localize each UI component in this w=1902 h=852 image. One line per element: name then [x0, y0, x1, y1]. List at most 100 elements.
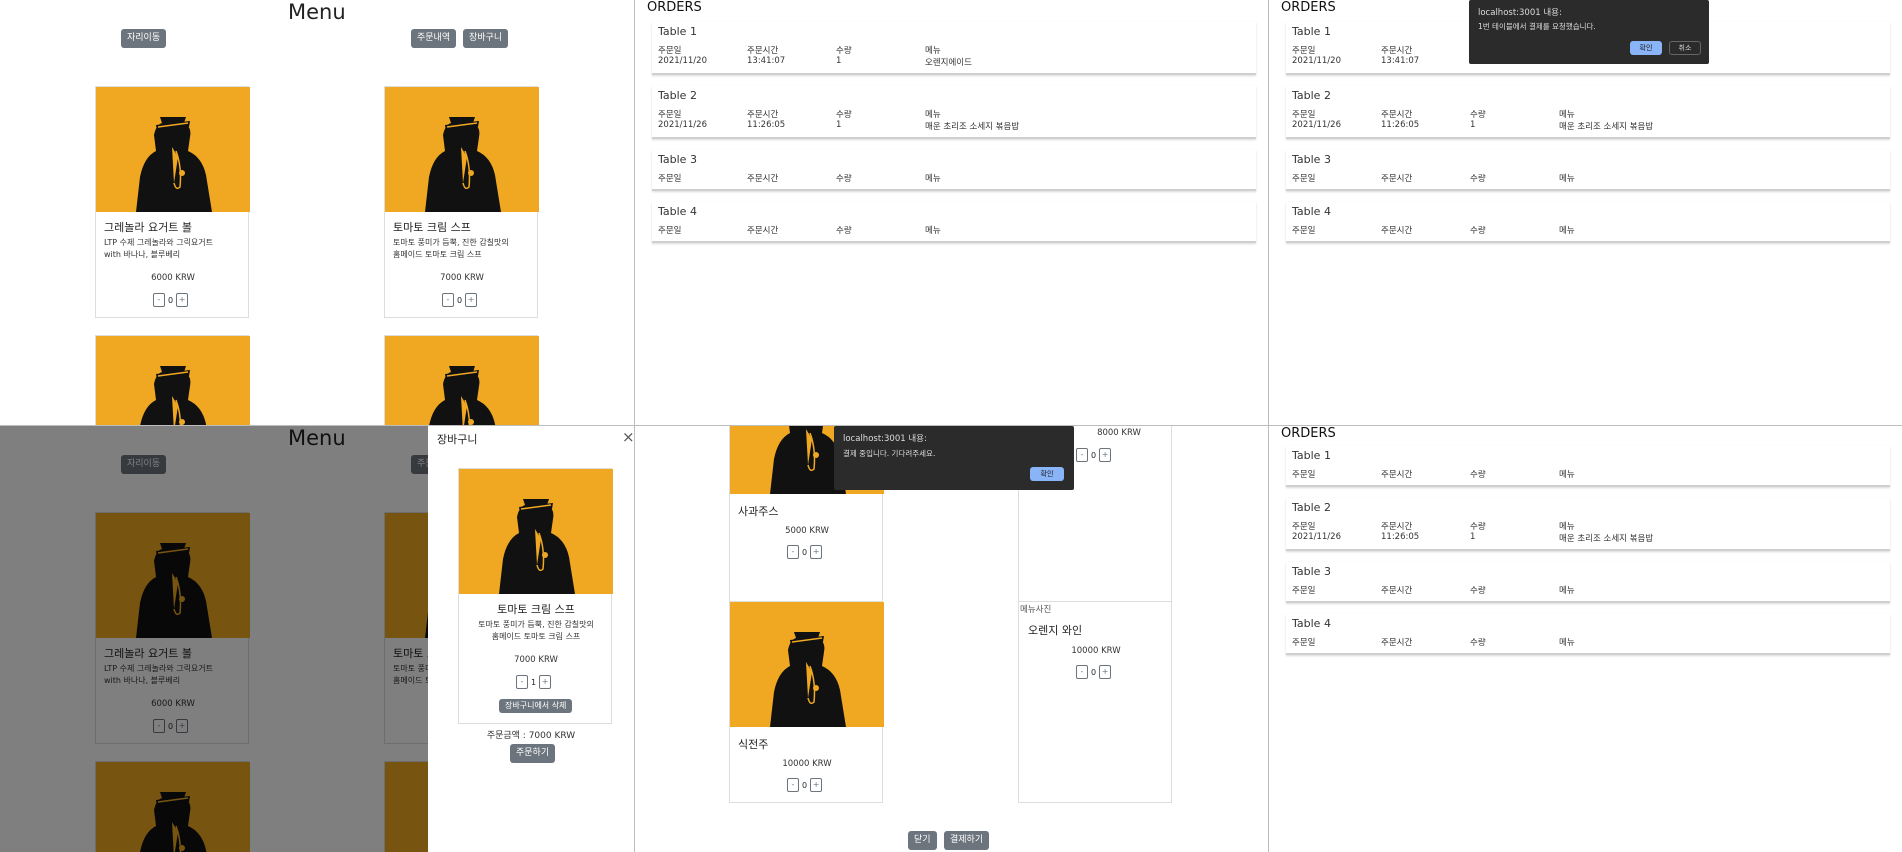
remove-from-cart-button[interactable]: 장바구니에서 삭제 — [499, 699, 573, 713]
col-menu: 메뉴 — [925, 226, 941, 236]
table-card[interactable]: Table 2 주문일 주문시간 수량 메뉴 2021/11/26 11:26:… — [1286, 86, 1890, 139]
dialog-cancel-button[interactable]: 취소 — [1669, 41, 1701, 55]
cart-item-name: 토마토 크림 스프 — [497, 603, 575, 616]
dialog-ok-button[interactable]: 확인 — [1030, 467, 1064, 481]
table-card[interactable]: Table 1 주문일 주문시간 수량 메뉴 — [1286, 446, 1890, 487]
table-header: 주문일 주문시간 수량 메뉴 — [1292, 224, 1882, 236]
order-qty: 1 — [836, 120, 842, 130]
quantity-stepper: - 0 + — [1076, 448, 1112, 462]
menu-item-price: 7000 KRW — [440, 273, 484, 283]
desc-line: 홈메이드 토마토 크림 스프 — [491, 632, 581, 641]
dialog-ok-button[interactable]: 확인 — [1630, 41, 1662, 55]
cart-modal-title: 장바구니 — [437, 433, 478, 446]
panel-divider — [1268, 0, 1269, 852]
quantity-stepper: - 0 + — [153, 293, 189, 307]
increase-button[interactable]: + — [465, 293, 478, 307]
table-card[interactable]: Table 3 주문일 주문시간 수량 메뉴 — [1286, 150, 1890, 191]
table-header: 주문일 주문시간 수량 메뉴 — [1292, 108, 1882, 120]
menu-item-price: 6000 KRW — [151, 273, 195, 283]
col-time: 주문시간 — [1381, 174, 1413, 184]
decrease-button[interactable]: - — [1076, 448, 1088, 462]
order-item-price: 8000 KRW — [1097, 428, 1141, 438]
orders-panel: ORDERS Table 1 주문일 주문시간 수량 메뉴 2021/11/20… — [634, 0, 1268, 426]
col-menu: 메뉴 — [1559, 110, 1575, 120]
cart-total: 주문금액 : 7000 KRW — [486, 731, 576, 741]
col-date: 주문일 — [658, 110, 682, 120]
col-date: 주문일 — [1292, 174, 1316, 184]
order-time: 11:26:05 — [747, 120, 786, 130]
decrease-button[interactable]: - — [442, 293, 454, 307]
dialog-title: localhost:3001 내용: — [843, 434, 927, 444]
order-item-name: 식전주 — [738, 738, 769, 751]
cart-modal: 장바구니 × 토마토 크림 스프 토마토 풍미가 듬뿍, 진한 감칠맛의 홈메이… — [428, 426, 634, 852]
col-date: 주문일 — [1292, 226, 1316, 236]
cart-item-price: 7000 KRW — [514, 655, 558, 665]
desc-line: 홈메이드 토마토 크림 스프 — [393, 250, 482, 259]
increase-button[interactable]: + — [539, 675, 552, 689]
orders-panel-after: ORDERS Table 1 주문일 주문시간 수량 메뉴 Table 2 주문… — [1268, 426, 1902, 852]
payment-request-dialog: localhost:3001 내용: 1번 테이블에서 결제를 요청했습니다. … — [1469, 0, 1709, 64]
decrease-button[interactable]: - — [787, 545, 799, 559]
table-card[interactable]: Table 4 주문일 주문시간 수량 메뉴 — [1286, 614, 1890, 655]
menu-item-image — [96, 336, 250, 426]
table-card[interactable]: Table 3 주문일 주문시간 수량 메뉴 — [1286, 562, 1890, 603]
dialog-message: 결제 중입니다. 기다려주세요. — [843, 449, 936, 458]
quantity-stepper: - 0 + — [787, 545, 823, 559]
col-menu: 메뉴 — [1559, 174, 1575, 184]
menu-card — [384, 335, 539, 426]
table-name: Table 2 — [658, 89, 697, 102]
panel-divider — [634, 0, 635, 852]
table-name: Table 2 — [1292, 89, 1331, 102]
broken-image-icon: 메뉴사진 — [1020, 603, 1051, 615]
quantity-value: 0 — [1091, 450, 1097, 460]
quantity-stepper: - 0 + — [1076, 665, 1112, 679]
decrease-button[interactable]: - — [153, 293, 165, 307]
menu-item-desc: LTP 수제 그레놀라와 그릭요거트 with 바나나, 블루베리 — [104, 237, 213, 261]
col-time: 주문시간 — [747, 110, 779, 120]
orders-title: ORDERS — [1281, 426, 1336, 441]
order-date: 2021/11/26 — [1292, 120, 1341, 130]
col-menu: 메뉴 — [925, 174, 941, 184]
table-row: 2021/11/26 11:26:05 1 매운 초리조 소세지 볶음밥 — [1292, 120, 1882, 132]
col-menu: 메뉴 — [1559, 586, 1575, 596]
increase-button[interactable]: + — [810, 545, 823, 559]
increase-button[interactable]: + — [1099, 448, 1112, 462]
cart-button[interactable]: 장바구니 — [463, 29, 509, 48]
table-header: 주문일 주문시간 수량 메뉴 — [658, 44, 1248, 56]
table-card[interactable]: Table 4 주문일 주문시간 수량 메뉴 — [652, 202, 1256, 243]
decrease-button[interactable]: - — [1076, 665, 1088, 679]
table-name: Table 3 — [658, 153, 697, 166]
col-qty: 수량 — [1470, 470, 1486, 480]
table-card[interactable]: Table 1 주문일 주문시간 수량 메뉴 2021/11/20 13:41:… — [652, 22, 1256, 75]
place-order-button[interactable]: 주문하기 — [510, 744, 556, 763]
increase-button[interactable]: + — [810, 778, 823, 792]
table-header: 주문일 주문시간 수량 메뉴 — [1292, 172, 1882, 184]
order-date: 2021/11/26 — [1292, 532, 1341, 542]
pay-button[interactable]: 결제하기 — [944, 831, 990, 850]
table-name: Table 1 — [1292, 449, 1331, 462]
increase-button[interactable]: + — [176, 293, 189, 307]
menu-item-image — [385, 87, 539, 212]
increase-button[interactable]: + — [1099, 665, 1112, 679]
close-button[interactable]: 닫기 — [908, 831, 937, 850]
decrease-button[interactable]: - — [516, 675, 528, 689]
order-qty: 1 — [1470, 120, 1476, 130]
decrease-button[interactable]: - — [787, 778, 799, 792]
table-row: 2021/11/26 11:26:05 1 매운 초리조 소세지 볶음밥 — [658, 120, 1248, 132]
payment-progress-dialog: localhost:3001 내용: 결제 중입니다. 기다려주세요. 확인 — [834, 426, 1074, 490]
table-card[interactable]: Table 2 주문일 주문시간 수량 메뉴 2021/11/26 11:26:… — [652, 86, 1256, 139]
order-item-card: 식전주 10000 KRW - 0 + — [729, 601, 884, 803]
close-icon[interactable]: × — [622, 428, 634, 446]
col-menu: 메뉴 — [1559, 470, 1575, 480]
order-menu: 매운 초리조 소세지 볶음밥 — [925, 122, 1020, 132]
orders-panel-alert: ORDERS Table 1 주문일 주문시간 수량 메뉴 2021/11/20… — [1268, 0, 1902, 426]
order-history-button[interactable]: 주문내역 — [411, 29, 457, 48]
table-card[interactable]: Table 2 주문일 주문시간 수량 메뉴 2021/11/26 11:26:… — [1286, 498, 1890, 551]
table-card[interactable]: Table 3 주문일 주문시간 수량 메뉴 — [652, 150, 1256, 191]
quantity-stepper: - 1 + — [516, 675, 552, 689]
table-row: 2021/11/26 11:26:05 1 매운 초리조 소세지 볶음밥 — [1292, 532, 1882, 544]
seat-move-button[interactable]: 자리이동 — [121, 29, 167, 48]
table-card[interactable]: Table 4 주문일 주문시간 수량 메뉴 — [1286, 202, 1890, 243]
table-name: Table 3 — [1292, 153, 1331, 166]
order-date: 2021/11/26 — [658, 120, 707, 130]
